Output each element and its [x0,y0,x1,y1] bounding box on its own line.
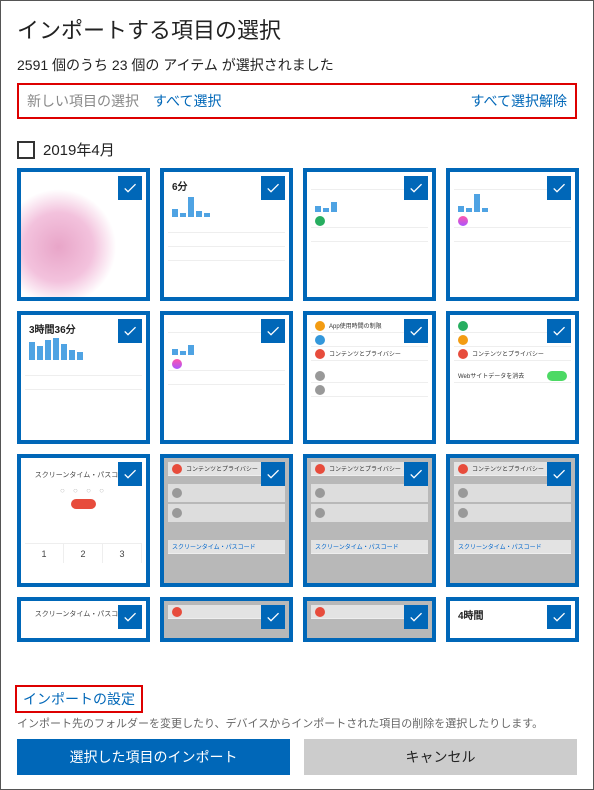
thumbnail-item[interactable]: App使用時間の制限 コンテンツとプライバシー [303,311,436,444]
checkmark-icon[interactable] [261,462,285,486]
selection-count: 2591 個のうち 23 個の アイテム が選択されました [17,55,577,75]
checkmark-icon[interactable] [404,462,428,486]
thumbnail-item[interactable] [160,597,293,642]
checkmark-icon[interactable] [547,176,571,200]
dialog-header: インポートする項目の選択 2591 個のうち 23 個の アイテム が選択されま… [1,13,593,139]
thumbnail-item[interactable] [160,311,293,444]
checkmark-icon[interactable] [404,319,428,343]
import-dialog: インポートする項目の選択 2591 個のうち 23 個の アイテム が選択されま… [0,0,594,790]
button-bar: 選択した項目のインポート キャンセル [1,739,593,789]
checkmark-icon[interactable] [118,319,142,343]
thumbnail-item[interactable] [303,168,436,301]
checkmark-icon[interactable] [118,176,142,200]
thumbnail-item[interactable] [303,597,436,642]
checkmark-icon[interactable] [118,605,142,629]
deselect-all-link[interactable]: すべて選択解除 [471,91,567,111]
checkmark-icon[interactable] [547,605,571,629]
dialog-footer: インポートの設定 インポート先のフォルダーを変更したり、デバイスからインポートさ… [1,681,593,789]
import-settings-link[interactable]: インポートの設定 [23,691,135,707]
checkmark-icon[interactable] [261,319,285,343]
checkmark-icon[interactable] [261,176,285,200]
selection-left-group: 新しい項目の選択 すべて選択 [27,91,221,111]
thumbnail-item[interactable] [17,168,150,301]
thumbnail-item[interactable]: スクリーンタイム・パスコード [17,597,150,642]
selection-toolbar: 新しい項目の選択 すべて選択 すべて選択解除 [17,83,577,119]
footer-description: インポート先のフォルダーを変更したり、デバイスからインポートされた項目の削除を選… [1,713,593,739]
checkmark-icon[interactable] [404,605,428,629]
checkmark-icon[interactable] [547,319,571,343]
dialog-title: インポートする項目の選択 [17,13,577,45]
group-checkbox[interactable] [17,141,35,159]
thumbnail-item[interactable]: 3時間36分 [17,311,150,444]
thumbnail-item[interactable]: コンテンツとプライバシー スクリーンタイム・パスコード [303,454,436,587]
thumbnail-item[interactable]: コンテンツとプライバシー Webサイトデータを消去 [446,311,579,444]
import-button[interactable]: 選択した項目のインポート [17,739,290,775]
thumbnail-item[interactable]: コンテンツとプライバシー スクリーンタイム・パスコード [160,454,293,587]
thumbnail-item[interactable]: スクリーンタイム・パスコード ○ ○ ○ ○ 123 [17,454,150,587]
checkmark-icon[interactable] [261,605,285,629]
checkmark-icon[interactable] [118,462,142,486]
thumbnail-item[interactable]: コンテンツとプライバシー スクリーンタイム・パスコード [446,454,579,587]
thumbnail-item[interactable]: 6分 [160,168,293,301]
cancel-button[interactable]: キャンセル [304,739,577,775]
thumbnail-item[interactable]: 4時間 [446,597,579,642]
import-settings-highlight: インポートの設定 [15,685,143,713]
date-group-header: 2019年4月 [1,139,593,160]
group-date-label: 2019年4月 [43,139,115,160]
thumbnail-item[interactable] [446,168,579,301]
thumbnail-grid: 6分 [1,168,593,681]
checkmark-icon[interactable] [547,462,571,486]
new-selection-label: 新しい項目の選択 [27,91,139,111]
checkmark-icon[interactable] [404,176,428,200]
select-all-link[interactable]: すべて選択 [153,91,221,111]
